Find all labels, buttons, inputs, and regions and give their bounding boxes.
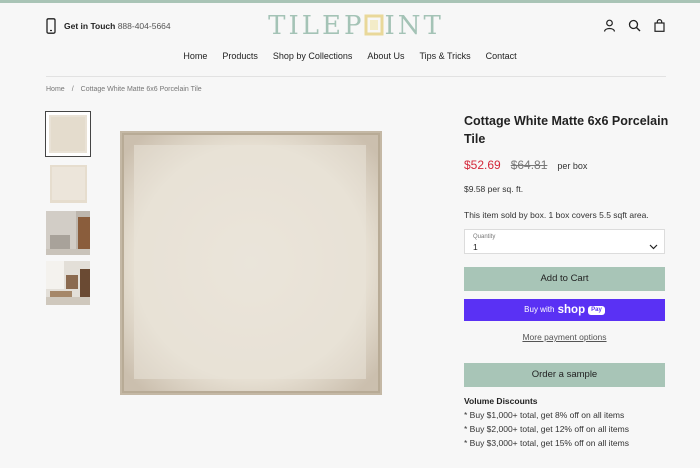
box-coverage-note: This item sold by box. 1 box covers 5.5 … — [464, 210, 649, 220]
cart-icon[interactable] — [653, 19, 666, 32]
quantity-value: 1 — [473, 242, 478, 252]
order-sample-button[interactable]: Order a sample — [464, 363, 665, 387]
thumbnail-room-living[interactable] — [46, 261, 90, 305]
thumbnail-tile-angle[interactable] — [46, 162, 90, 206]
volume-discount-item: * Buy $3,000+ total, get 15% off on all … — [464, 438, 629, 448]
contact-number[interactable]: 888-404-5664 — [118, 21, 171, 31]
volume-discounts-title: Volume Discounts — [464, 396, 538, 406]
buy-with-shop-pay-button[interactable]: Buy with shop Pay — [464, 299, 665, 321]
nav-tips-tricks[interactable]: Tips & Tricks — [419, 51, 470, 61]
pay-pill: Pay — [588, 306, 605, 315]
header-icons — [603, 19, 666, 32]
nav-products[interactable]: Products — [222, 51, 258, 61]
price-per-sqft: $9.58 per sq. ft. — [464, 184, 524, 194]
thumbnail-room-bathroom[interactable] — [46, 211, 90, 255]
logo-tile-mark — [364, 12, 384, 36]
shop-pay-logo-text: shop — [557, 304, 586, 316]
price-original: $64.81 — [510, 158, 548, 172]
more-payment-options-link[interactable]: More payment options — [464, 332, 665, 342]
volume-discount-item: * Buy $2,000+ total, get 12% off on all … — [464, 424, 629, 434]
add-to-cart-button[interactable]: Add to Cart — [464, 267, 665, 291]
logo-text-right: INT — [384, 11, 444, 41]
account-icon[interactable] — [603, 19, 616, 32]
product-title: Cottage White Matte 6x6 Porcelain Tile — [464, 114, 669, 146]
breadcrumb: Home / Cottage White Matte 6x6 Porcelain… — [46, 86, 202, 93]
contact-info[interactable]: Get in Touch 888-404-5664 — [46, 18, 171, 34]
breadcrumb-home[interactable]: Home — [46, 86, 65, 93]
search-icon[interactable] — [628, 19, 641, 32]
price-row: $52.69 $64.81 per box — [464, 158, 587, 172]
volume-discount-item: * Buy $1,000+ total, get 8% off on all i… — [464, 410, 625, 420]
main-product-image[interactable] — [120, 131, 382, 395]
header-divider — [46, 76, 666, 77]
price-unit: per box — [557, 161, 588, 171]
site-logo[interactable]: TILEP INT — [265, 10, 447, 42]
nav-home[interactable]: Home — [183, 51, 207, 61]
nav-about-us[interactable]: About Us — [367, 51, 404, 61]
breadcrumb-separator: / — [71, 86, 74, 93]
contact-label: Get in Touch — [64, 21, 116, 31]
top-accent-bar — [0, 0, 700, 3]
nav-contact[interactable]: Contact — [486, 51, 517, 61]
price-sale: $52.69 — [464, 158, 501, 172]
chevron-down-icon — [649, 238, 658, 250]
nav-shop-by-collections[interactable]: Shop by Collections — [273, 51, 353, 61]
main-navigation: Home Products Shop by Collections About … — [0, 51, 700, 61]
thumbnail-tile-front[interactable] — [45, 111, 91, 157]
phone-icon — [46, 18, 56, 34]
logo-text-left: TILEP — [268, 11, 365, 41]
quantity-select[interactable]: Quantity 1 — [464, 229, 665, 254]
buy-with-label: Buy with — [524, 305, 555, 314]
quantity-label: Quantity — [473, 234, 496, 240]
breadcrumb-current: Cottage White Matte 6x6 Porcelain Tile — [80, 86, 202, 93]
